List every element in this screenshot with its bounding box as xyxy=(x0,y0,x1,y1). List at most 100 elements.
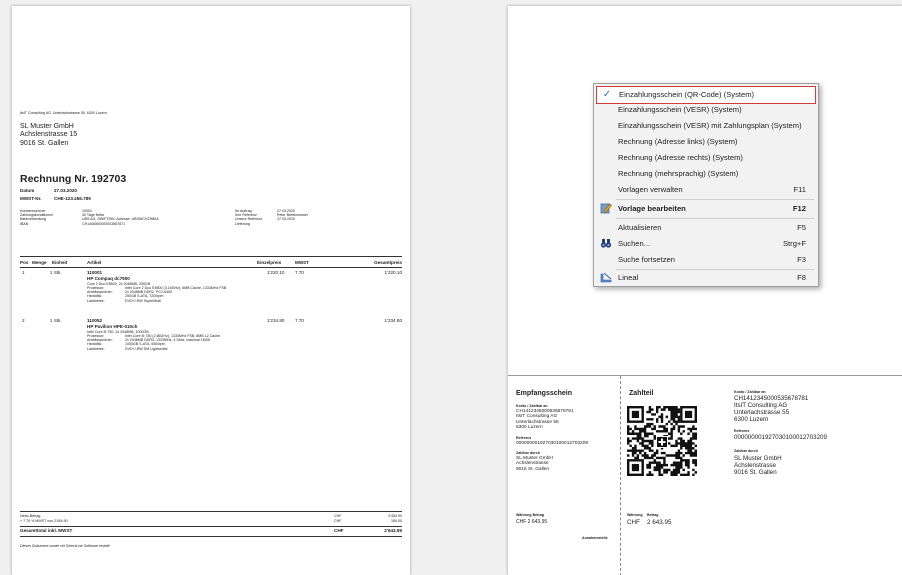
menu-item-shortcut: F11 xyxy=(793,185,806,194)
date-value: 27.03.2020 xyxy=(54,188,77,193)
payment-account-line: CH1412345000535678781 xyxy=(734,395,809,402)
menu-item-shortcut: F12 xyxy=(792,204,806,213)
menu-item-refresh[interactable]: Aktualisieren F5 xyxy=(596,220,816,236)
meta-right-values: 27.03.2020 Peter Breitenmoser 27.03.2020 xyxy=(277,209,308,222)
table-top-rule xyxy=(20,256,402,257)
payment-payer-line: Achslenstrasse xyxy=(734,462,776,469)
menu-item-invoice-multilingual[interactable]: Rechnung (mehrsprachig) (System) xyxy=(596,166,816,182)
payment-account-line: ItsIT Consulting AG xyxy=(734,402,788,409)
menu-item-vesr-payment-plan[interactable]: Einzahlungsschein (VESR) mit Zahlungspla… xyxy=(596,118,816,134)
receipt-account-line: 6300 Luzern xyxy=(516,425,543,431)
net-value: 2'454.90 xyxy=(388,514,402,518)
payment-account-label: Konto / Zahlbar an xyxy=(734,390,766,394)
menu-item-label: Einzahlungsschein (VESR) mit Zahlungspla… xyxy=(618,121,802,130)
col-header: Gesamtpreis xyxy=(374,260,402,265)
spec-value: DVD+/-RW SM Lightscribe xyxy=(125,346,168,351)
qr-payment-slip: Empfangsschein Konto / Zahlbar an CH1412… xyxy=(508,375,902,575)
payment-reference-label: Referenz xyxy=(734,429,750,433)
col-header: MWST xyxy=(295,260,310,265)
menu-item-vesr-slip[interactable]: Einzahlungsschein (VESR) (System) xyxy=(596,102,816,118)
meta-left-values: 10001 30 Tage Netto UBS AG, SWIFT/BIC Ad… xyxy=(82,209,159,226)
grand-total-underline xyxy=(20,536,402,537)
invoice-page: ItsIT Consulting AG, Unterlachstrasse 55… xyxy=(12,6,410,575)
item-name: HP Pavilion HPE-010ch xyxy=(87,323,138,329)
ruler-icon xyxy=(599,271,613,285)
binoculars-icon xyxy=(599,237,613,251)
item-pos: 1 xyxy=(22,270,25,275)
menu-item-invoice-address-left[interactable]: Rechnung (Adresse links) (System) xyxy=(596,134,816,150)
menu-item-label: Einzahlungsschein (QR-Code) (System) xyxy=(619,90,755,99)
col-header: Menge xyxy=(32,260,47,265)
recipient-address: SL Muster GmbH Achslenstrasse 15 9016 St… xyxy=(20,123,77,148)
item-price: 1'234.80 xyxy=(267,318,285,323)
net-label: Netto-Betrag xyxy=(20,514,41,518)
menu-item-edit-template[interactable]: Vorlage bearbeiten F12 xyxy=(596,201,816,217)
payment-currency-label: Währung xyxy=(627,513,643,517)
col-header: Pos xyxy=(20,260,29,265)
footer-note: Dieses Dokument wurde mit SelectLine Sof… xyxy=(20,544,110,548)
grand-total-value: 2'643.95 xyxy=(384,528,402,533)
menu-item-label: Suchen... xyxy=(618,239,651,248)
sender-line: ItsIT Consulting AG, Unterlachstrasse 55… xyxy=(20,111,107,115)
invoice-title: Rechnung Nr. 192703 xyxy=(20,173,127,185)
item-total: 1'234.80 xyxy=(384,318,402,323)
menu-item-invoice-address-right[interactable]: Rechnung (Adresse rechts) (System) xyxy=(596,150,816,166)
grand-total-rule xyxy=(20,526,402,527)
net-currency: CHF xyxy=(334,514,342,518)
item-total: 1'220.10 xyxy=(384,270,402,275)
receipt-payer-label: Zahlbar durch xyxy=(516,451,540,455)
spec-value: DVD+/-RW SuperMulti xyxy=(125,298,161,303)
spec-label: Laufwerke: xyxy=(87,346,105,351)
menu-item-shortcut: Strg+F xyxy=(782,239,806,248)
item-name: HP Compaq dc7900 xyxy=(87,275,130,281)
receipt-payer: SL Muster GmbH Achslenstrasse 9016 St. G… xyxy=(516,456,553,472)
payment-reference: 000000001927030100012703209 xyxy=(734,434,827,441)
payment-payer-line: 9016 St. Gallen xyxy=(734,469,777,476)
col-header: Artikel xyxy=(87,260,102,265)
payment-account: CH1412345000535678781 ItsIT Consulting A… xyxy=(734,395,808,423)
recipient-line: 9016 St. Gallen xyxy=(20,139,69,147)
menu-item-label: Rechnung (mehrsprachig) (System) xyxy=(618,169,739,178)
item-spec-values: Intel Core 2 Duo E8500 (3.16GHz), 6MB Ca… xyxy=(125,286,226,303)
item-price: 1'220.10 xyxy=(267,270,285,275)
col-header: Einheit xyxy=(52,260,68,265)
table-header-rule xyxy=(20,267,402,268)
menu-item-label: Rechnung (Adresse rechts) (System) xyxy=(618,153,743,162)
meta-label: Lieferung xyxy=(235,221,250,226)
check-icon: ✓ xyxy=(602,89,612,100)
receipt-reference: 000000001927030100012703209 xyxy=(516,441,589,446)
qr-code xyxy=(627,406,697,476)
edit-template-icon xyxy=(599,202,613,216)
vat-number-label: MWST-Nr. xyxy=(20,196,42,201)
menu-item-find-next[interactable]: Suche fortsetzen F3 xyxy=(596,252,816,268)
receipt-reference-label: Referenz xyxy=(516,436,532,440)
payment-part-title: Zahlteil xyxy=(629,390,654,397)
menu-item-search[interactable]: Suchen... Strg+F xyxy=(596,236,816,252)
menu-item-label: Suche fortsetzen xyxy=(618,255,675,264)
vat-line-label: + 7.70 % MWST von 2'454.90 xyxy=(20,519,68,523)
menu-item-label: Vorlage bearbeiten xyxy=(618,204,686,213)
item-spec-values: Intel Core i5 750 (2.66GHz), 1333MHz FSB… xyxy=(125,334,220,351)
meta-right-labels: Ihr Auftrag Ihre Referenz Unsere Referen… xyxy=(235,209,262,226)
menu-item-manage-templates[interactable]: Vorlagen verwalten F11 xyxy=(596,182,816,198)
item-qty: 1 Stk. xyxy=(50,318,62,323)
menu-item-label: Vorlagen verwalten xyxy=(618,185,683,194)
menu-separator xyxy=(616,218,814,219)
receipt-account-label: Konto / Zahlbar an xyxy=(516,404,548,408)
col-header: Einzelpreis xyxy=(257,260,282,265)
menu-item-label: Aktualisieren xyxy=(618,223,662,232)
menu-item-label: Rechnung (Adresse links) (System) xyxy=(618,137,738,146)
payment-payer-label: Zahlbar durch xyxy=(734,449,758,453)
menu-item-shortcut: F8 xyxy=(797,273,806,282)
context-menu: ✓ Einzahlungsschein (QR-Code) (System) E… xyxy=(593,83,819,287)
vat-number-value: CHE-123.456.789 xyxy=(54,196,91,201)
menu-item-ruler[interactable]: Lineal F8 xyxy=(596,270,816,286)
receipt-payer-line: 9016 St. Gallen xyxy=(516,466,550,472)
recipient-line: SL Muster GmbH xyxy=(20,123,74,130)
receipt-title: Empfangsschein xyxy=(516,390,573,397)
slip-separator xyxy=(620,376,621,575)
receipt-currency-label: Währung Betrag xyxy=(516,513,544,517)
item-pos: 2 xyxy=(22,318,25,323)
menu-item-label: Einzahlungsschein (VESR) (System) xyxy=(618,105,742,114)
meta-value: 27.03.2020 xyxy=(277,217,295,222)
